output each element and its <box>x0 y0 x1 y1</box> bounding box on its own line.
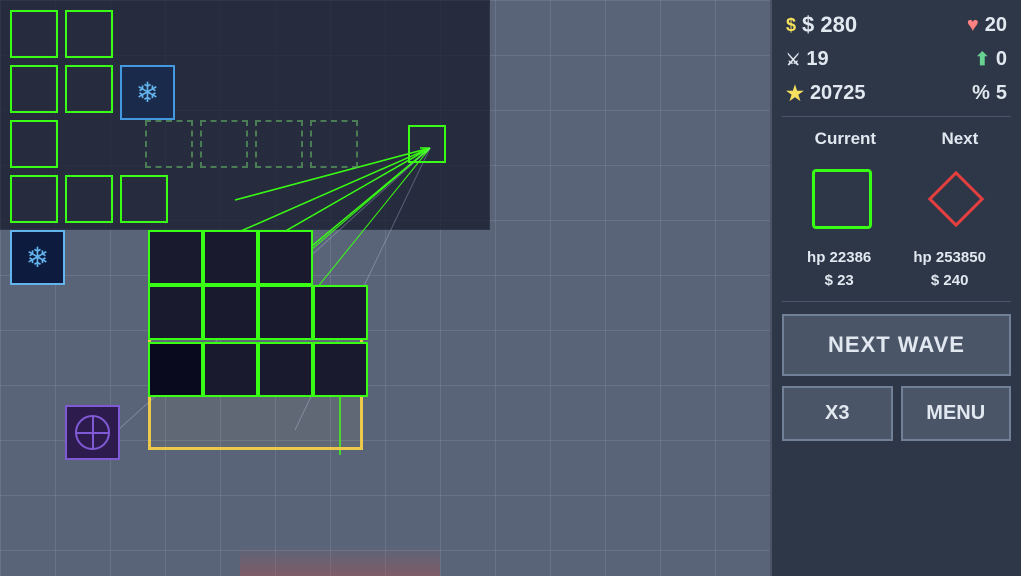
current-next-labels: Current Next <box>782 125 1011 153</box>
money-stat: $ $ 280 <box>786 12 857 38</box>
tower-cell-4[interactable] <box>148 285 203 340</box>
purple-tower[interactable] <box>65 405 120 460</box>
tower-cell-6[interactable] <box>258 285 313 340</box>
money-icon: $ <box>786 15 796 36</box>
empty-cell <box>120 175 168 223</box>
percent-icon: % <box>972 82 990 105</box>
tower-cell-11[interactable] <box>313 342 368 397</box>
star-stat: ★ 20725 <box>786 81 866 106</box>
percent-value: 5 <box>996 82 1007 105</box>
star-percent-row: ★ 20725 % 5 <box>782 79 1011 108</box>
money-value: $ 280 <box>802 12 857 38</box>
cost-row: $ 23 $ 240 <box>786 272 1007 289</box>
heart-icon: ♥ <box>967 14 979 37</box>
next-cost: $ 240 <box>931 272 969 289</box>
tower-cell-9[interactable] <box>203 342 258 397</box>
sword-stat: ⚔ 19 <box>786 48 829 71</box>
bottom-buttons: X3 MENU <box>782 386 1011 441</box>
tower-cell-7[interactable] <box>313 285 368 340</box>
snow-tower-2[interactable]: ❄ <box>10 230 65 285</box>
current-hp: hp 22386 <box>807 249 871 266</box>
percent-stat: % 5 <box>972 82 1007 105</box>
hud-panel: $ $ 280 ♥ 20 ⚔ 19 ⬆ 0 ★ 20725 % 5 Curren… <box>770 0 1021 576</box>
enemy-stats: hp 22386 hp 253850 $ 23 $ 240 <box>782 245 1011 293</box>
dashed-cell <box>255 120 303 168</box>
next-hp: hp 253850 <box>913 249 986 266</box>
next-enemy-icon <box>928 171 985 228</box>
empty-cell <box>408 125 446 163</box>
current-enemy-icon <box>812 169 872 229</box>
empty-cell <box>65 175 113 223</box>
enemy-display <box>782 159 1011 239</box>
hearts-value: 20 <box>985 14 1007 37</box>
arrow-icon: ⬆ <box>975 49 990 70</box>
money-hearts-row: $ $ 280 ♥ 20 <box>782 10 1011 40</box>
tower-cell-10[interactable] <box>258 342 313 397</box>
tower-cell-1[interactable] <box>148 230 203 285</box>
sword-arrow-row: ⚔ 19 ⬆ 0 <box>782 46 1011 73</box>
snow-tower[interactable]: ❄ <box>120 65 175 120</box>
divider-1 <box>782 116 1011 117</box>
hp-row: hp 22386 hp 253850 <box>786 249 1007 266</box>
empty-cell <box>10 120 58 168</box>
tower-cell-8[interactable] <box>148 342 203 397</box>
empty-cell <box>10 175 58 223</box>
tower-cell-5[interactable] <box>203 285 258 340</box>
sword-value: 19 <box>806 48 828 71</box>
next-label: Next <box>941 129 978 149</box>
next-wave-button[interactable]: NEXT WAVE <box>782 314 1011 376</box>
dashed-cell <box>200 120 248 168</box>
arrow-value: 0 <box>996 48 1007 71</box>
game-area: ❄ ❄ <box>0 0 770 576</box>
hearts-stat: ♥ 20 <box>967 14 1007 37</box>
tower-cell-3[interactable] <box>258 230 313 285</box>
empty-cell <box>65 10 113 58</box>
menu-button[interactable]: MENU <box>901 386 1012 441</box>
empty-cell <box>10 10 58 58</box>
x3-button[interactable]: X3 <box>782 386 893 441</box>
dashed-cell <box>145 120 193 168</box>
dashed-cell <box>310 120 358 168</box>
empty-cell <box>65 65 113 113</box>
divider-2 <box>782 301 1011 302</box>
next-enemy <box>931 174 981 224</box>
current-label: Current <box>815 129 876 149</box>
current-cost: $ 23 <box>825 272 854 289</box>
arrow-stat: ⬆ 0 <box>975 48 1007 71</box>
bottom-gradient <box>240 546 440 576</box>
sword-icon: ⚔ <box>786 50 800 70</box>
star-value: 20725 <box>810 82 866 105</box>
star-icon: ★ <box>786 81 804 106</box>
tower-cell-2[interactable] <box>203 230 258 285</box>
current-enemy <box>812 169 872 229</box>
empty-cell <box>10 65 58 113</box>
